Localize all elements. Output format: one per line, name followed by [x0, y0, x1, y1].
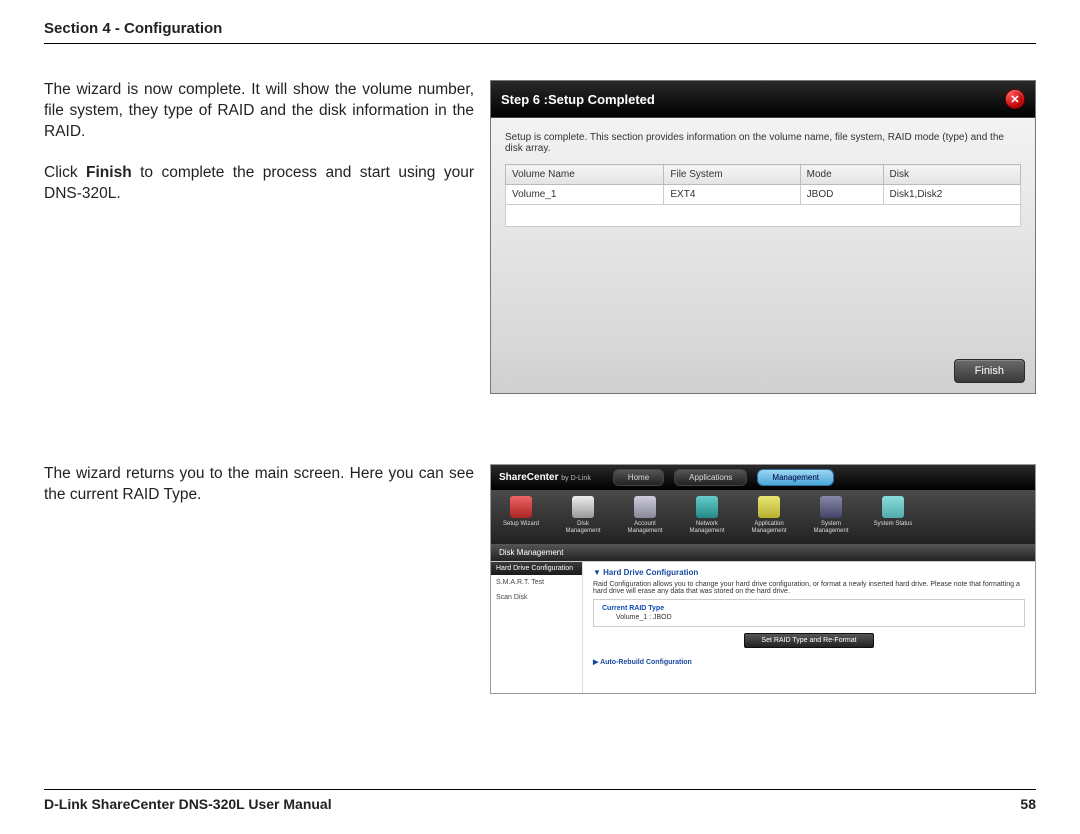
- raid-type-box: Current RAID Type Volume_1 : JBOD: [593, 599, 1025, 627]
- collapse-label: Auto-Rebuild Configuration: [600, 659, 692, 666]
- app-icon: [758, 496, 780, 518]
- icon-label: Network Management: [685, 521, 729, 534]
- sharecenter-topbar: ShareCenter by D-Link Home Applications …: [491, 465, 1035, 490]
- footer-left: D-Link ShareCenter DNS-320L User Manual: [44, 796, 332, 812]
- setup-completed-dialog: Step 6 :Setup Completed ✕ Setup is compl…: [490, 80, 1036, 394]
- sidebar-item-hd-config[interactable]: Hard Drive Configuration: [491, 562, 582, 575]
- td-volume-name: Volume_1: [506, 185, 664, 205]
- dialog-title: Step 6 :Setup Completed: [501, 92, 655, 107]
- icon-network-management[interactable]: Network Management: [685, 496, 729, 534]
- icon-account-management[interactable]: Account Management: [623, 496, 667, 534]
- footer-page-number: 58: [1020, 796, 1036, 812]
- sidebar-item-smart[interactable]: S.M.A.R.T. Test: [491, 575, 582, 590]
- icon-label: System Status: [874, 521, 913, 528]
- volume-table: Volume Name File System Mode Disk Volume…: [505, 164, 1021, 227]
- paragraph-1: The wizard is now complete. It will show…: [44, 80, 474, 143]
- icon-label: Application Management: [747, 521, 791, 534]
- icon-system-status[interactable]: System Status: [871, 496, 915, 534]
- icon-application-management[interactable]: Application Management: [747, 496, 791, 534]
- set-raid-button[interactable]: Set RAID Type and Re-Format: [744, 633, 873, 648]
- icon-label: Setup Wizard: [503, 521, 539, 528]
- icon-disk-management[interactable]: Disk Management: [561, 496, 605, 534]
- main-title: ▼ Hard Drive Configuration: [593, 568, 1025, 577]
- sidebar-item-scan[interactable]: Scan Disk: [491, 590, 582, 605]
- paragraph-2: Click Finish to complete the process and…: [44, 163, 474, 205]
- sharecenter-main: ▼ Hard Drive Configuration Raid Configur…: [583, 562, 1035, 693]
- sharecenter-body: Hard Drive Configuration S.M.A.R.T. Test…: [491, 561, 1035, 693]
- sharecenter-sidebar: Hard Drive Configuration S.M.A.R.T. Test…: [491, 562, 583, 693]
- sharecenter-logo: ShareCenter by D-Link: [499, 472, 591, 483]
- sharecenter-window: ShareCenter by D-Link Home Applications …: [490, 464, 1036, 694]
- icon-label: Account Management: [623, 521, 667, 534]
- td-disk: Disk1,Disk2: [883, 185, 1020, 205]
- page-footer: D-Link ShareCenter DNS-320L User Manual …: [44, 789, 1036, 812]
- chevron-down-icon: ▼: [593, 568, 603, 577]
- system-icon: [820, 496, 842, 518]
- tab-management[interactable]: Management: [757, 469, 834, 486]
- logo-main: ShareCenter: [499, 472, 558, 483]
- auto-rebuild-collapse[interactable]: ▶ Auto-Rebuild Configuration: [593, 658, 1025, 666]
- section-label-disk-management: Disk Management: [491, 544, 1035, 561]
- th-file-system: File System: [664, 165, 800, 185]
- table-blank-row: [506, 205, 1021, 227]
- logo-sub: by D-Link: [561, 475, 591, 482]
- table-row: Volume_1 EXT4 JBOD Disk1,Disk2: [506, 185, 1021, 205]
- title-text: Hard Drive Configuration: [603, 568, 698, 577]
- network-icon: [696, 496, 718, 518]
- th-disk: Disk: [883, 165, 1020, 185]
- account-icon: [634, 496, 656, 518]
- paragraph-3: The wizard returns you to the main scree…: [44, 464, 474, 506]
- dialog-description: Setup is complete. This section provides…: [505, 132, 1021, 154]
- para2-pre: Click: [44, 164, 86, 181]
- icon-system-management[interactable]: System Management: [809, 496, 853, 534]
- th-volume-name: Volume Name: [506, 165, 664, 185]
- td-mode: JBOD: [800, 185, 883, 205]
- td-file-system: EXT4: [664, 185, 800, 205]
- screenshot-sharecenter: ShareCenter by D-Link Home Applications …: [490, 464, 1036, 694]
- finish-keyword: Finish: [86, 164, 132, 181]
- screenshot-setup-completed: Step 6 :Setup Completed ✕ Setup is compl…: [490, 80, 1036, 394]
- tab-applications[interactable]: Applications: [674, 469, 747, 486]
- dialog-body: Setup is complete. This section provides…: [491, 118, 1035, 353]
- icon-label: System Management: [809, 521, 853, 534]
- text-column-1: The wizard is now complete. It will show…: [44, 80, 474, 225]
- setup-wizard-icon: [510, 496, 532, 518]
- close-icon[interactable]: ✕: [1005, 89, 1025, 109]
- finish-button[interactable]: Finish: [954, 359, 1025, 383]
- main-description: Raid Configuration allows you to change …: [593, 581, 1025, 595]
- dialog-footer: Finish: [491, 353, 1035, 393]
- icon-label: Disk Management: [561, 521, 605, 534]
- text-column-2: The wizard returns you to the main scree…: [44, 464, 474, 526]
- status-icon: [882, 496, 904, 518]
- sharecenter-iconbar: Setup Wizard Disk Management Account Man…: [491, 490, 1035, 544]
- raid-label: Current RAID Type: [602, 605, 1016, 612]
- table-header-row: Volume Name File System Mode Disk: [506, 165, 1021, 185]
- tab-home[interactable]: Home: [613, 469, 664, 486]
- raid-value: Volume_1 : JBOD: [602, 614, 1016, 621]
- dialog-header: Step 6 :Setup Completed ✕: [491, 81, 1035, 118]
- th-mode: Mode: [800, 165, 883, 185]
- icon-setup-wizard[interactable]: Setup Wizard: [499, 496, 543, 534]
- content-row-1: The wizard is now complete. It will show…: [44, 80, 1036, 394]
- disk-icon: [572, 496, 594, 518]
- content-row-2: The wizard returns you to the main scree…: [44, 464, 1036, 694]
- section-header: Section 4 - Configuration: [44, 20, 1036, 44]
